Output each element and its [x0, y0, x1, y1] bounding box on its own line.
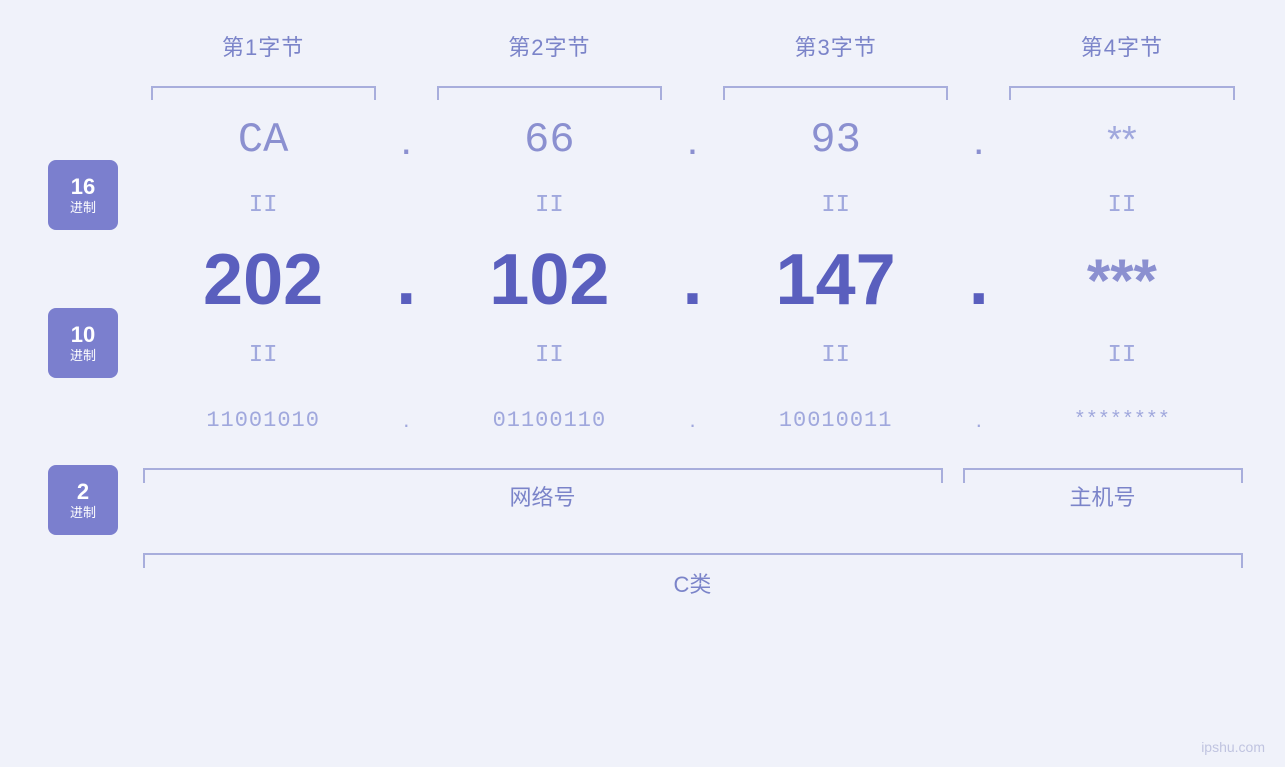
- eq2-1: II: [143, 342, 384, 369]
- bin-value-4: ********: [1074, 409, 1170, 432]
- bin-cell-2: 01100110: [429, 408, 670, 433]
- byte-headers: 第1字节 第2字节 第3字节 第4字节: [143, 30, 1243, 62]
- dec-dot-2: .: [670, 239, 715, 321]
- hex-cell-2: 66: [429, 116, 670, 164]
- dec-cell-4: ***: [1001, 246, 1242, 315]
- bin-value-1: 11001010: [206, 408, 320, 433]
- class-label: C类: [143, 567, 1243, 599]
- network-label: 网络号: [143, 480, 943, 512]
- host-bracket: 主机号: [963, 468, 1243, 512]
- hex-dot-3: .: [956, 116, 1001, 164]
- hex-dot-2: .: [670, 116, 715, 164]
- hex-value-1: CA: [238, 116, 288, 164]
- bin-dot-3: .: [956, 407, 1001, 433]
- bin-dot-2: .: [670, 407, 715, 433]
- dec-cell-3: 147: [715, 239, 956, 321]
- eq2-2: II: [429, 342, 670, 369]
- bin-value-3: 10010011: [779, 408, 893, 433]
- top-bracket-1: [151, 72, 376, 100]
- dec-cell-1: 202: [143, 239, 384, 321]
- bin-dot-1: .: [384, 407, 429, 433]
- byte-header-3: 第3字节: [715, 30, 956, 62]
- equals-row-2: II II II II: [143, 330, 1243, 380]
- dec-value-2: 102: [489, 239, 609, 321]
- main-grid: 第1字节 第2字节 第3字节 第4字节: [143, 30, 1243, 747]
- bottom-brackets: 网络号 主机号: [143, 468, 1243, 528]
- bin-cell-4: ********: [1001, 409, 1242, 432]
- eq2-3: II: [715, 342, 956, 369]
- dec-value-4: ***: [1087, 246, 1157, 315]
- hex-value-3: 93: [810, 116, 860, 164]
- class-bracket-section: C类: [143, 553, 1243, 599]
- eq-2: II: [429, 192, 670, 219]
- eq-1: II: [143, 192, 384, 219]
- hex-cell-3: 93: [715, 116, 956, 164]
- top-bracket-3: [723, 72, 948, 100]
- byte-header-4: 第4字节: [1001, 30, 1242, 62]
- dec-cell-2: 102: [429, 239, 670, 321]
- byte-header-2: 第2字节: [429, 30, 670, 62]
- equals-row-1: II II II II: [143, 180, 1243, 230]
- watermark: ipshu.com: [1201, 739, 1265, 755]
- eq2-4: II: [1001, 342, 1242, 369]
- dec-value-1: 202: [203, 239, 323, 321]
- hex-dot-1: .: [384, 116, 429, 164]
- network-bracket: 网络号: [143, 468, 943, 512]
- eq-3: II: [715, 192, 956, 219]
- dec-dot-1: .: [384, 239, 429, 321]
- top-brackets: [143, 72, 1243, 100]
- bin-value-2: 01100110: [493, 408, 607, 433]
- bin-row: 11001010 . 01100110 . 10010011 . *******…: [143, 380, 1243, 460]
- bin-cell-3: 10010011: [715, 408, 956, 433]
- dec-dot-3: .: [956, 239, 1001, 321]
- class-bracket-line: [143, 553, 1243, 555]
- hex-cell-1: CA: [143, 116, 384, 164]
- hex-value-2: 66: [524, 116, 574, 164]
- bin-cell-1: 11001010: [143, 408, 384, 433]
- hex-value-4: **: [1107, 119, 1137, 162]
- top-bracket-2: [437, 72, 662, 100]
- eq-4: II: [1001, 192, 1242, 219]
- dec-value-3: 147: [776, 239, 896, 321]
- hex-cell-4: **: [1001, 119, 1242, 162]
- dec-row: 202 . 102 . 147 . ***: [143, 230, 1243, 330]
- main-container: 第1字节 第2字节 第3字节 第4字节: [0, 0, 1285, 767]
- host-label: 主机号: [963, 480, 1243, 512]
- byte-header-1: 第1字节: [143, 30, 384, 62]
- hex-row: CA . 66 . 93 . **: [143, 100, 1243, 180]
- top-bracket-4: [1009, 72, 1234, 100]
